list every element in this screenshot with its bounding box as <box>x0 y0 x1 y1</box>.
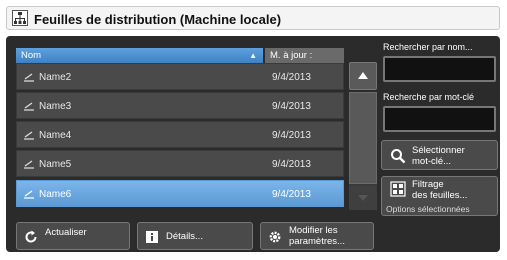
sheet-icon <box>24 131 34 140</box>
details-label: Détails... <box>166 231 203 242</box>
scroll-down-button[interactable] <box>349 186 377 210</box>
row-name: Name4 <box>39 130 72 141</box>
modify-parameters-label: Modifier les paramètres... <box>289 225 345 247</box>
filter-sheets-icon <box>390 181 406 197</box>
table-row[interactable]: Name2 9/4/2013 <box>16 63 344 90</box>
search-by-name-label: Rechercher par nom... <box>383 42 473 52</box>
column-header-name[interactable]: Nom ▲ <box>16 48 263 63</box>
column-header-name-label: Nom <box>21 50 42 61</box>
modify-parameters-button[interactable]: Modifier les paramètres... <box>260 222 374 250</box>
magnifier-icon <box>391 149 406 164</box>
search-by-name-input[interactable] <box>383 56 496 82</box>
distribution-sheet-icon <box>12 10 28 26</box>
info-icon <box>146 231 158 243</box>
arrow-up-icon <box>358 72 368 79</box>
select-keyword-button[interactable]: Sélectionner mot-clé... <box>381 140 498 170</box>
filter-sheets-label: Filtrage des feuilles... <box>412 179 468 201</box>
table-row[interactable]: Name5 9/4/2013 <box>16 150 344 177</box>
window-title: Feuilles de distribution (Machine locale… <box>34 12 282 27</box>
sheet-icon <box>24 102 34 111</box>
table-row[interactable]: Name4 9/4/2013 <box>16 121 344 148</box>
refresh-icon <box>25 230 37 243</box>
refresh-label: Actualiser <box>45 227 87 238</box>
table-row-selected[interactable]: Name6 9/4/2013 <box>16 180 344 207</box>
scroll-up-button[interactable] <box>349 62 377 90</box>
sheet-icon <box>24 73 34 82</box>
title-bar: Feuilles de distribution (Machine locale… <box>6 6 500 30</box>
row-name: Name2 <box>39 72 72 83</box>
main-panel: Nom ▲ M. à jour : Name2 9/4/2013 Name3 9… <box>6 36 500 252</box>
row-date: 9/4/2013 <box>272 159 311 170</box>
details-button[interactable]: Détails... <box>137 222 253 250</box>
row-date: 9/4/2013 <box>272 130 311 141</box>
sheet-icon <box>24 190 34 199</box>
row-name: Name5 <box>39 159 72 170</box>
select-keyword-label: Sélectionner mot-clé... <box>412 145 465 167</box>
row-date: 9/4/2013 <box>272 189 311 200</box>
row-name: Name3 <box>39 101 72 112</box>
search-by-keyword-label: Recherche par mot-clé <box>383 92 475 102</box>
row-name: Name6 <box>39 189 72 200</box>
filter-sheets-button[interactable]: Filtrage des feuilles... Options sélecti… <box>381 176 498 216</box>
sheet-icon <box>24 160 34 169</box>
refresh-button[interactable]: Actualiser <box>16 222 130 250</box>
gear-icon <box>269 231 281 243</box>
filter-sheets-sublabel: Options sélectionnées <box>386 204 470 214</box>
column-header-date[interactable]: M. à jour : <box>265 48 344 63</box>
column-header-date-label: M. à jour : <box>270 50 313 61</box>
table-row[interactable]: Name3 9/4/2013 <box>16 92 344 119</box>
row-date: 9/4/2013 <box>272 101 311 112</box>
scrollbar-thumb[interactable] <box>349 92 377 184</box>
search-by-keyword-input[interactable] <box>383 106 496 132</box>
arrow-down-icon <box>358 195 368 201</box>
row-date: 9/4/2013 <box>272 72 311 83</box>
sort-ascending-icon: ▲ <box>249 51 257 60</box>
